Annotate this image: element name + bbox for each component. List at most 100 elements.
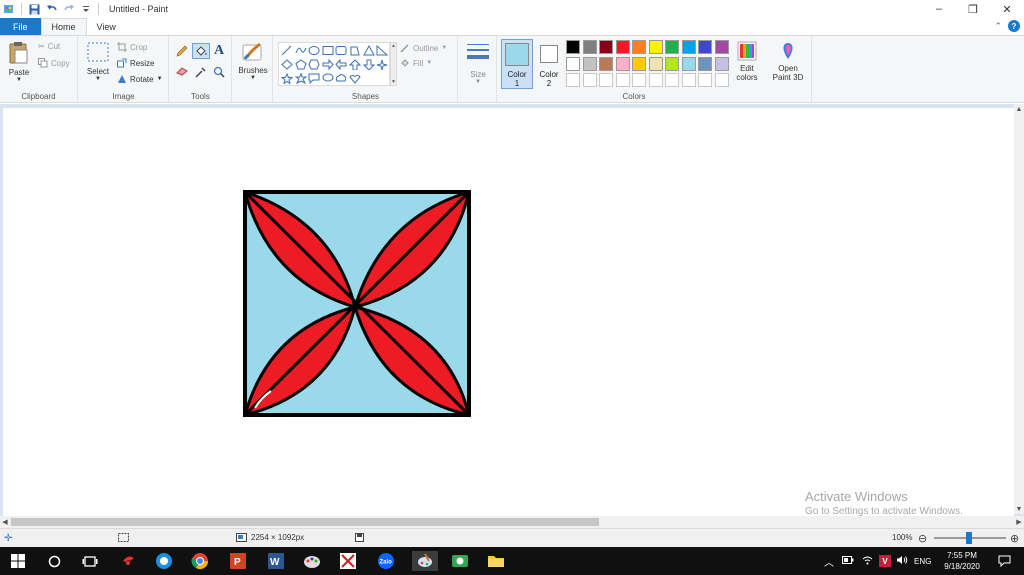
shape-option[interactable] xyxy=(362,45,375,56)
palette-swatch[interactable] xyxy=(648,40,663,54)
tab-home[interactable]: Home xyxy=(40,18,87,35)
palette-swatch[interactable] xyxy=(566,56,580,71)
chrome-icon[interactable] xyxy=(190,551,210,571)
zoom-in-icon[interactable]: ⊕ xyxy=(1010,532,1019,545)
palette-swatch[interactable] xyxy=(698,40,712,54)
blue-circle-app-icon[interactable] xyxy=(154,551,174,571)
shape-option[interactable] xyxy=(281,45,293,56)
shapes-gallery-scroll[interactable]: ▲ ▼ xyxy=(390,42,397,86)
shape-option[interactable] xyxy=(294,73,307,84)
palette-swatch[interactable] xyxy=(665,56,679,71)
palette-swatch[interactable] xyxy=(681,56,696,71)
shape-option[interactable] xyxy=(349,45,361,56)
rotate-button[interactable]: Rotate ▼ xyxy=(117,74,163,84)
zalo-icon[interactable]: Zalo xyxy=(376,551,396,571)
palette-swatch[interactable] xyxy=(714,73,729,87)
paint-app-icon[interactable] xyxy=(2,3,15,16)
outline-button[interactable]: Outline ▼ xyxy=(400,43,447,53)
shape-option[interactable] xyxy=(349,59,361,70)
crop-button[interactable]: Crop xyxy=(117,42,147,52)
select-button[interactable]: Select ▼ xyxy=(85,42,111,82)
redo-icon[interactable] xyxy=(62,3,75,16)
paste-dropdown-icon[interactable]: ▼ xyxy=(16,77,22,83)
horizontal-scrollbar[interactable]: ◀ ▶ xyxy=(0,516,1024,528)
palette-swatch[interactable] xyxy=(582,73,597,87)
scroll-up-icon[interactable]: ▲ xyxy=(1014,104,1024,114)
palette-swatch[interactable] xyxy=(566,40,580,54)
palette-swatch[interactable] xyxy=(599,40,613,54)
camtasia-icon[interactable] xyxy=(450,551,470,571)
magnifier-icon[interactable] xyxy=(213,66,225,80)
shape-option[interactable] xyxy=(308,73,320,84)
palette-swatch[interactable] xyxy=(714,40,729,54)
open-paint3d-button[interactable]: Open Paint 3D xyxy=(768,41,808,82)
shape-option[interactable] xyxy=(308,59,320,70)
palette-swatch[interactable] xyxy=(698,73,712,87)
vertical-scrollbar[interactable]: ▲ ▼ xyxy=(1014,104,1024,514)
palette-swatch[interactable] xyxy=(648,73,663,87)
garena-app-icon[interactable] xyxy=(118,551,138,571)
cut-button[interactable]: ✂ Cut xyxy=(38,42,60,51)
palette-swatch[interactable] xyxy=(615,73,630,87)
edit-colors-button[interactable]: Edit colors xyxy=(732,41,762,82)
shape-option[interactable] xyxy=(335,73,347,84)
undo-icon[interactable] xyxy=(45,3,58,16)
select-dropdown-icon[interactable]: ▼ xyxy=(95,76,101,82)
palette-swatch[interactable] xyxy=(615,40,630,54)
palette-swatch[interactable] xyxy=(566,73,580,87)
language-indicator[interactable]: ENG xyxy=(914,557,931,566)
size-button[interactable]: Size ▼ xyxy=(463,42,493,85)
scroll-right-icon[interactable]: ▶ xyxy=(1014,516,1024,528)
minimize-button[interactable]: – xyxy=(922,0,956,18)
shape-option[interactable] xyxy=(322,45,334,56)
fill-bucket-icon[interactable] xyxy=(192,43,210,59)
save-icon[interactable] xyxy=(28,3,41,16)
palette-swatch[interactable] xyxy=(632,73,646,87)
help-icon[interactable]: ? xyxy=(1008,20,1020,32)
battery-icon[interactable] xyxy=(842,556,854,566)
paint-taskbar-icon[interactable] xyxy=(412,551,438,571)
pencil-icon[interactable] xyxy=(176,45,188,59)
shape-option[interactable] xyxy=(308,45,320,56)
shape-option[interactable] xyxy=(335,59,347,70)
shape-option[interactable] xyxy=(376,45,389,56)
resize-button[interactable]: Resize xyxy=(117,58,154,68)
shape-option[interactable] xyxy=(335,45,347,56)
palette-swatch[interactable] xyxy=(665,40,679,54)
windows-start-icon[interactable] xyxy=(8,551,28,571)
taskbar-clock[interactable]: 7:55 PM 9/18/2020 xyxy=(940,550,984,572)
palette-swatch[interactable] xyxy=(632,56,646,71)
wifi-icon[interactable] xyxy=(862,556,873,567)
close-button[interactable]: ✕ xyxy=(990,0,1024,18)
brushes-button[interactable]: Brushes ▼ xyxy=(235,41,271,81)
eraser-icon[interactable] xyxy=(176,66,188,78)
palette-swatch[interactable] xyxy=(698,56,712,71)
shape-option[interactable] xyxy=(295,45,307,56)
palette-swatch[interactable] xyxy=(665,73,679,87)
tray-chevron-icon[interactable]: ︿ xyxy=(824,554,834,569)
palette-swatch[interactable] xyxy=(615,56,630,71)
copy-button[interactable]: Copy xyxy=(38,58,70,68)
palette-swatch[interactable] xyxy=(681,40,696,54)
color-picker-icon[interactable] xyxy=(195,66,207,80)
palette-swatch[interactable] xyxy=(582,40,597,54)
palette-swatch[interactable] xyxy=(599,73,613,87)
scroll-left-icon[interactable]: ◀ xyxy=(0,516,10,528)
collapse-ribbon-icon[interactable]: ⌃ xyxy=(994,21,1002,32)
scroll-down-icon[interactable]: ▼ xyxy=(1014,504,1024,514)
shape-option[interactable] xyxy=(362,59,375,70)
v-app-tray-icon[interactable]: V xyxy=(879,555,891,567)
shape-option[interactable] xyxy=(322,59,334,70)
color2-button[interactable]: Color 2 xyxy=(535,39,563,89)
maximize-button[interactable]: ❐ xyxy=(956,0,990,18)
palette-swatch[interactable] xyxy=(648,56,663,71)
file-explorer-icon[interactable] xyxy=(486,551,506,571)
word-icon[interactable]: W xyxy=(266,551,286,571)
palette-swatch[interactable] xyxy=(714,56,729,71)
paste-button[interactable]: Paste ▼ xyxy=(6,41,32,83)
zoom-slider-thumb[interactable] xyxy=(966,532,972,544)
fill-button[interactable]: Fill ▼ xyxy=(400,58,432,68)
shape-option[interactable] xyxy=(376,59,388,70)
tab-file[interactable]: File xyxy=(0,18,41,35)
shape-option[interactable] xyxy=(349,73,361,84)
